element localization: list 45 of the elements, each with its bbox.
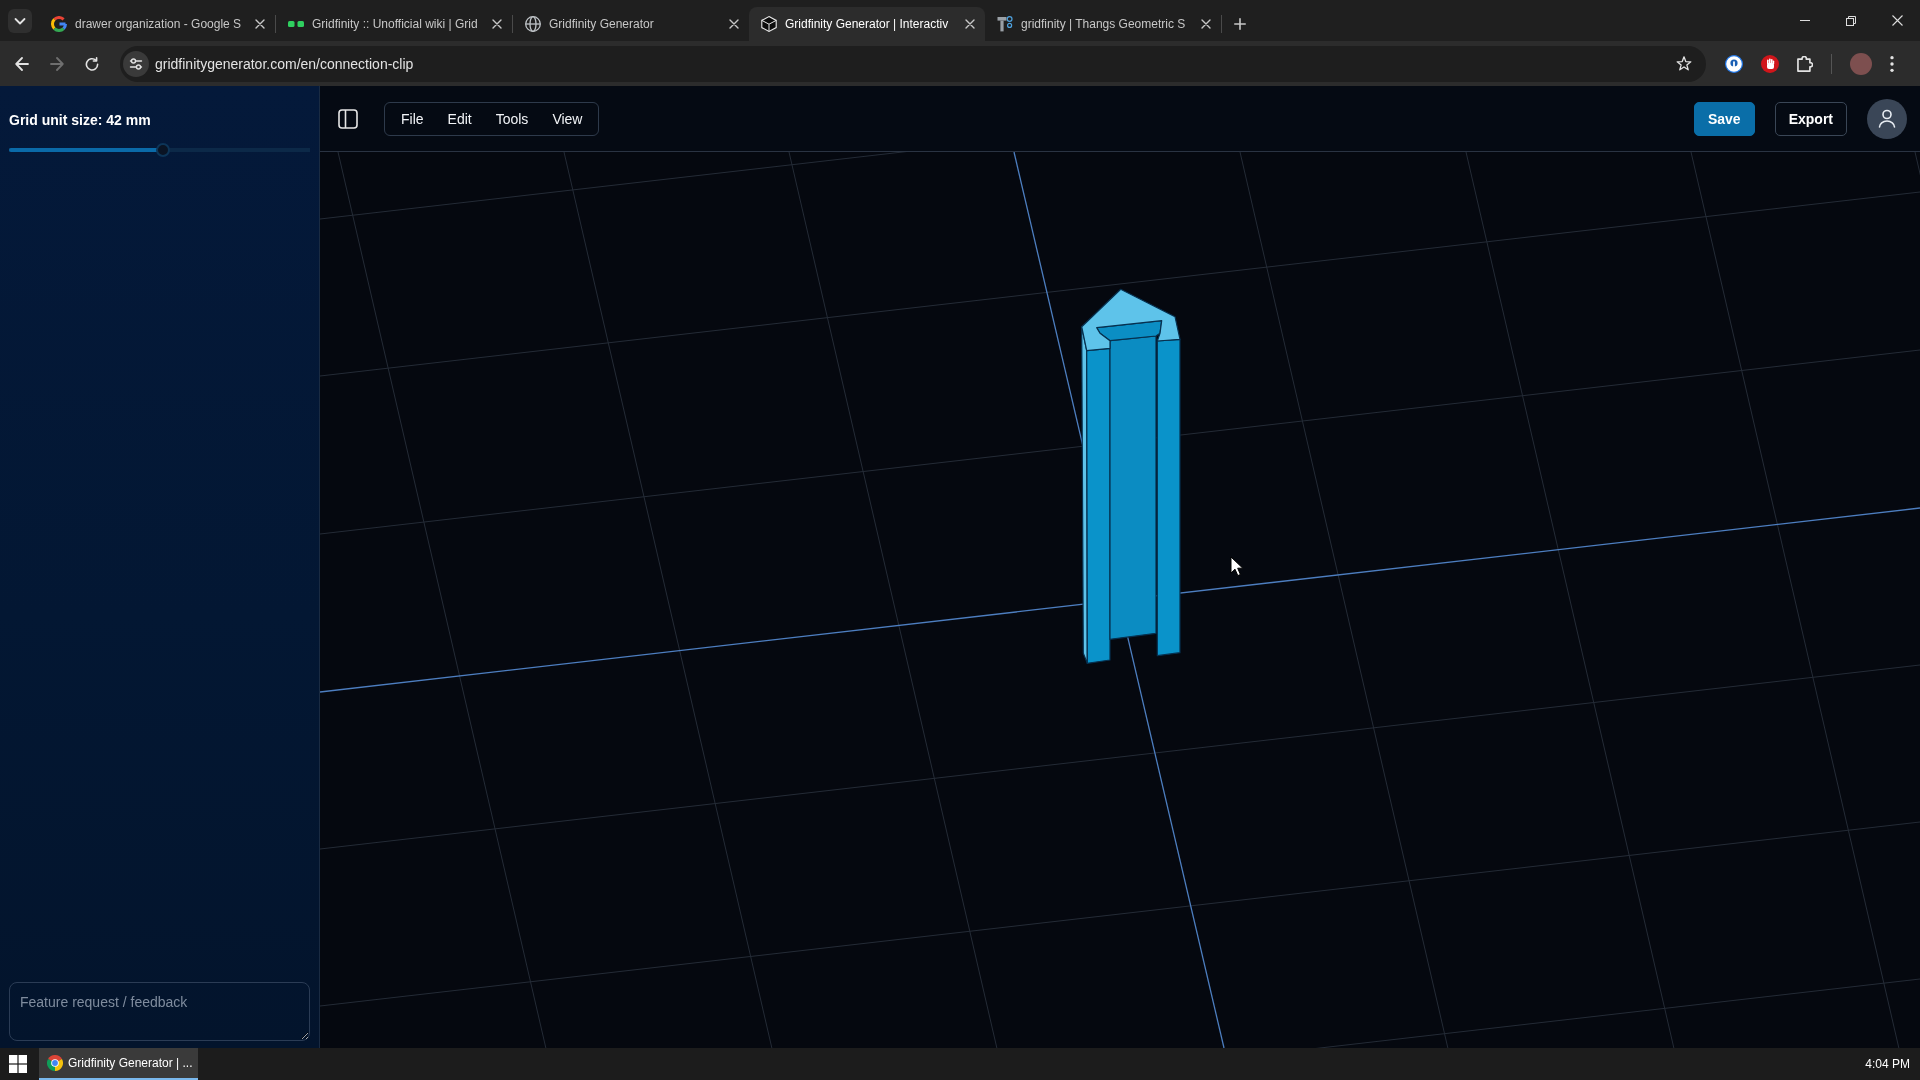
dots-icon (288, 21, 304, 27)
feedback-field[interactable]: Feature request / feedback (9, 982, 310, 1041)
globe-icon (525, 16, 541, 32)
taskbar-clock: 4:04 PM (1865, 1057, 1911, 1071)
menu-item[interactable]: Tools (483, 104, 541, 133)
puzzle-icon[interactable] (1797, 55, 1813, 72)
ring-logo-icon (51, 16, 67, 32)
browser-tab[interactable]: Gridfinity :: Unofficial wiki | Grid (276, 7, 512, 41)
close-icon[interactable] (1201, 19, 1211, 29)
keyhole-badge-icon[interactable] (1725, 54, 1743, 73)
hand-badge-icon[interactable] (1761, 54, 1779, 73)
site-settings-icon[interactable] (123, 50, 149, 77)
close-icon[interactable] (965, 19, 975, 29)
cube-icon (761, 16, 777, 32)
browser-tab[interactable]: drawer organization - Google S (39, 7, 275, 41)
sidebar-toggle-icon[interactable] (338, 108, 358, 129)
back-icon[interactable] (15, 56, 29, 71)
close-icon[interactable] (255, 19, 265, 29)
star-icon[interactable] (1676, 55, 1692, 72)
slider-thumb[interactable] (155, 143, 170, 157)
cursor-icon (1230, 556, 1244, 577)
restore-icon[interactable] (1846, 15, 1856, 26)
kebab-menu-icon[interactable] (1890, 55, 1894, 72)
plus-icon[interactable] (1234, 18, 1246, 30)
export-button[interactable]: Export (1774, 101, 1847, 136)
close-icon[interactable] (729, 19, 739, 29)
browser-tab[interactable]: Gridfinity Generator | Interactiv (749, 7, 985, 41)
close-icon[interactable] (1891, 15, 1903, 26)
browser-tab[interactable]: Gridfinity Generator (513, 7, 749, 41)
reload-icon[interactable] (85, 56, 99, 71)
blocks-icon (997, 16, 1013, 32)
close-icon[interactable] (492, 19, 502, 29)
menu-item[interactable]: Edit (435, 104, 484, 133)
user-avatar-icon[interactable] (1867, 98, 1907, 139)
menu-item[interactable]: File (389, 104, 436, 133)
viewport-canvas[interactable] (320, 152, 1920, 1048)
browser-tab[interactable]: gridfinity | Thangs Geometric S (985, 7, 1221, 41)
menu-item[interactable]: View (540, 104, 595, 133)
address-field[interactable]: gridfinitygenerator.com/en/connection-clip (120, 45, 1706, 82)
chevron-down-icon[interactable] (8, 8, 32, 33)
save-button[interactable]: Save (1693, 101, 1755, 136)
taskbar-button[interactable]: Gridfinity Generator | ... (39, 1048, 198, 1080)
start-icon[interactable] (9, 1055, 27, 1073)
round-logo-icon (47, 1055, 63, 1071)
grid-unit-label: Grid unit size: 42 mm (9, 112, 152, 128)
